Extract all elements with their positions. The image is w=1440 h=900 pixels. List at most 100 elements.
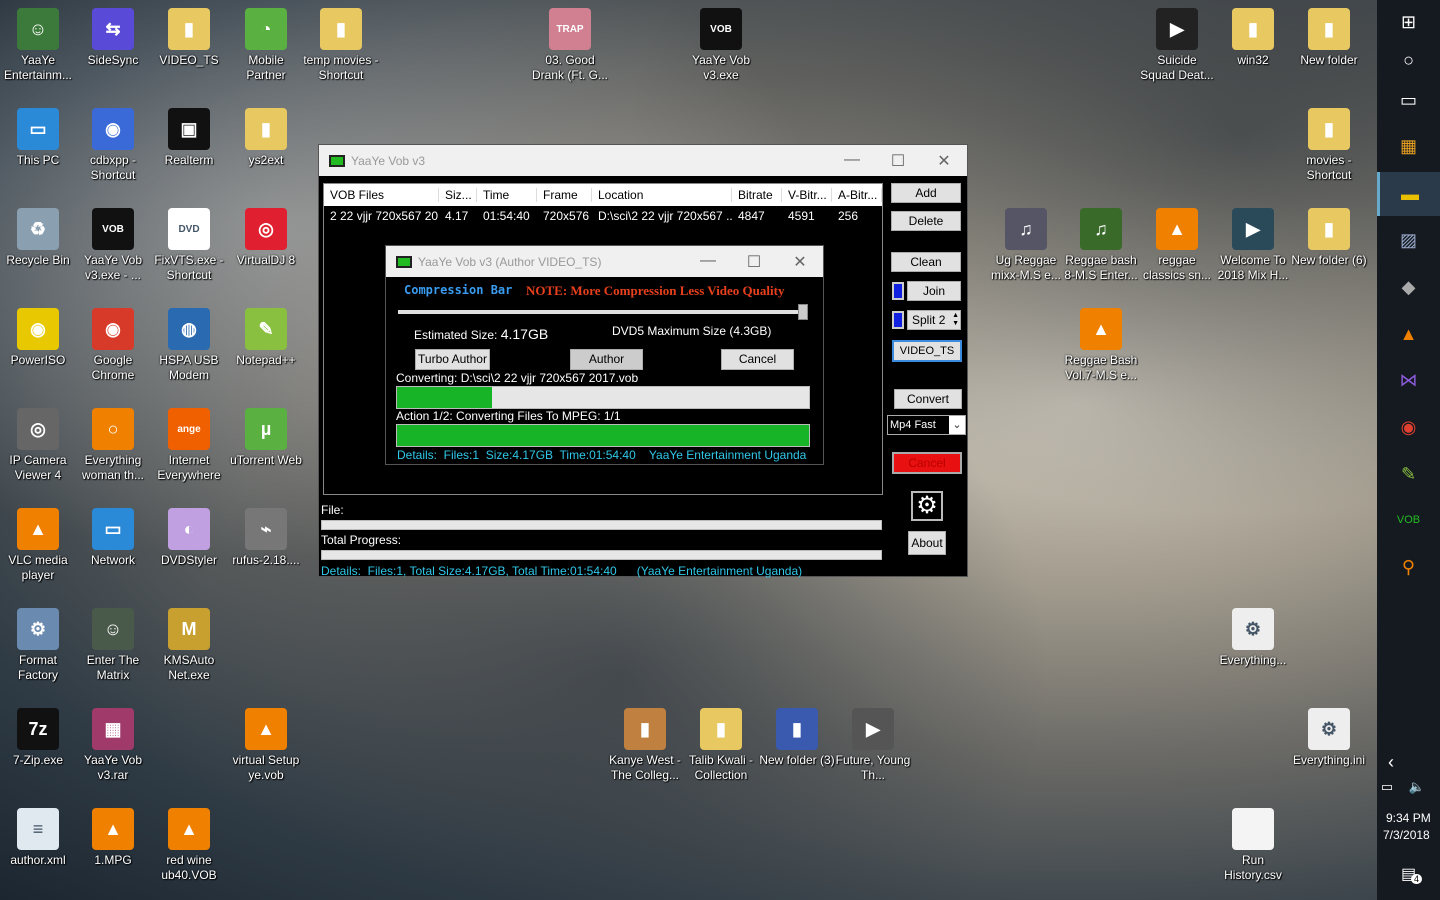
desktop-icon[interactable]: ☺ Enter The Matrix <box>75 608 151 683</box>
column-header[interactable]: VOB Files <box>324 188 439 202</box>
volume-icon[interactable]: 🔈 <box>1397 765 1437 809</box>
desktop-icon[interactable]: ▭ Network <box>75 508 151 568</box>
desktop-icon[interactable]: ▭ This PC <box>0 108 76 168</box>
notepad-plus-icon[interactable]: ✎ <box>1377 452 1440 496</box>
desktop-icon[interactable]: ▶ Welcome To 2018 Mix H... <box>1215 208 1291 283</box>
file-explorer-icon[interactable]: ▬ <box>1377 172 1440 216</box>
desktop-icon[interactable]: ○ Everything woman th... <box>75 408 151 483</box>
desktop-icon[interactable]: ⚙ Everything... <box>1215 608 1291 668</box>
column-header[interactable]: Time <box>477 188 537 202</box>
minimize-button[interactable]: — <box>685 252 731 272</box>
desktop-icon[interactable]: DVD FixVTS.exe - Shortcut <box>151 208 227 283</box>
desktop-icon[interactable]: ☺ YaaYe Entertainm... <box>0 8 76 83</box>
desktop-icon[interactable]: ▮ New folder (6) <box>1291 208 1367 268</box>
desktop-icon[interactable]: ◉ Google Chrome <box>75 308 151 383</box>
desktop-icon[interactable]: VOB YaaYe Vob v3.exe - ... <box>75 208 151 283</box>
turbo-author-button[interactable]: Turbo Author <box>415 349 490 370</box>
desktop-icon[interactable]: ♫ Ug Reggae mixx-M.S e... <box>988 208 1064 283</box>
desktop-icon[interactable]: ◔ Mobile Partner <box>228 8 304 83</box>
minimize-button[interactable]: — <box>829 151 875 171</box>
desktop-icon[interactable]: ▲ red wine ub40.VOB <box>151 808 227 883</box>
desktop-icon[interactable]: ◎ VirtualDJ 8 <box>228 208 304 268</box>
column-header[interactable]: Bitrate <box>732 188 782 202</box>
delete-button[interactable]: Delete <box>891 211 961 231</box>
desktop-icon[interactable]: ▮ temp movies - Shortcut <box>303 8 379 83</box>
desktop-icon[interactable]: ◍ HSPA USB Modem <box>151 308 227 383</box>
close-button[interactable]: ✕ <box>777 252 823 272</box>
dialog-cancel-button[interactable]: Cancel <box>721 349 794 370</box>
desktop-icon[interactable]: ▮ ys2ext <box>228 108 304 168</box>
join-button[interactable]: Join <box>907 281 961 301</box>
desktop-icon[interactable]: ▲ VLC media player <box>0 508 76 583</box>
desktop-icon[interactable]: Run History.csv <box>1215 808 1291 883</box>
clean-button[interactable]: Clean <box>891 252 961 272</box>
desktop-icon[interactable]: ▮ win32 <box>1215 8 1291 68</box>
author-button[interactable]: Author <box>570 349 643 370</box>
clock-time[interactable]: 9:34 PM <box>1386 811 1431 825</box>
about-button[interactable]: About <box>908 531 946 555</box>
app-icon[interactable]: ◆ <box>1377 265 1440 309</box>
desktop-icon[interactable]: 7z 7-Zip.exe <box>0 708 76 768</box>
maximize-button[interactable]: ☐ <box>875 151 921 171</box>
split-button[interactable]: Split 2 ▲ ▼ <box>907 310 961 330</box>
compression-slider[interactable] <box>398 304 808 320</box>
desktop-icon[interactable]: ▲ reggae classics sn... <box>1139 208 1215 283</box>
clock-date[interactable]: 7/3/2018 <box>1383 828 1430 842</box>
column-header[interactable]: A-Bitr... <box>832 188 882 202</box>
convert-button[interactable]: Convert <box>894 389 962 409</box>
table-row[interactable]: 2 22 vjjr 720x567 20... 4.17 01:54:40 720x5… <box>324 206 882 226</box>
settings-gear-icon[interactable]: ⚙ <box>911 491 943 521</box>
video-ts-button[interactable]: VIDEO_TS <box>892 340 962 362</box>
desktop-icon[interactable]: ▮ Kanye West - The Colleg... <box>607 708 683 783</box>
desktop-icon[interactable]: ▲ Reggae Bash Vol.7-M.S e... <box>1063 308 1139 383</box>
format-select[interactable]: Mp4 Fast ⌄ <box>887 415 966 435</box>
desktop-icon[interactable]: ♻ Recycle Bin <box>0 208 76 268</box>
action-center-icon[interactable]: ▤ 4 <box>1377 852 1440 896</box>
desktop-icon[interactable]: ⚙ Everything.ini <box>1291 708 1367 768</box>
close-button[interactable]: ✕ <box>921 151 967 171</box>
maximize-button[interactable]: ☐ <box>731 252 777 272</box>
desktop-icon[interactable]: µ uTorrent Web <box>228 408 304 468</box>
desktop-icon[interactable]: VOB YaaYe Vob v3.exe <box>683 8 759 83</box>
desktop-icon[interactable]: ▶ Future, Young Th... <box>835 708 911 783</box>
split-spinner[interactable]: ▲ ▼ <box>952 312 959 328</box>
desktop-icon[interactable]: ≡ author.xml <box>0 808 76 868</box>
yaaye-vob-icon[interactable]: VOB <box>1377 498 1440 542</box>
desktop-icon[interactable]: ◎ IP Camera Viewer 4 <box>0 408 76 483</box>
slider-thumb[interactable] <box>798 304 808 320</box>
desktop-icon[interactable]: ▮ Talib Kwali - Collection <box>683 708 759 783</box>
desktop-icon[interactable]: ▲ virtual Setup ye.vob <box>228 708 304 783</box>
chrome-icon[interactable]: ◉ <box>1377 405 1440 449</box>
visual-studio-icon[interactable]: ⋈ <box>1377 358 1440 402</box>
desktop-icon[interactable]: ✎ Notepad++ <box>228 308 304 368</box>
desktop-icon[interactable]: ▣ Realterm <box>151 108 227 168</box>
photos-icon[interactable]: ▨ <box>1377 218 1440 262</box>
desktop-icon[interactable]: ▮ movies - Shortcut <box>1291 108 1367 183</box>
desktop-icon[interactable]: ⌁ rufus-2.18.... <box>228 508 304 568</box>
column-header[interactable]: Location <box>592 188 732 202</box>
desktop-icon[interactable]: ▮ VIDEO_TS <box>151 8 227 68</box>
vlc-icon[interactable]: ▲ <box>1377 312 1440 356</box>
desktop-icon[interactable]: ♫ Reggae bash 8-M.S Enter... <box>1063 208 1139 283</box>
desktop-icon[interactable]: ▦ YaaYe Vob v3.rar <box>75 708 151 783</box>
desktop-icon[interactable]: ◉ cdbxpp - Shortcut <box>75 108 151 183</box>
desktop-icon[interactable]: ⇆ SideSync <box>75 8 151 68</box>
desktop-icon[interactable]: ange Internet Everywhere <box>151 408 227 483</box>
column-header[interactable]: Siz... <box>439 188 477 202</box>
column-header[interactable]: Frame <box>537 188 592 202</box>
desktop-icon[interactable]: ▮ New folder (3) <box>759 708 835 768</box>
everything-search-icon[interactable]: ⚲ <box>1377 545 1440 589</box>
desktop-icon[interactable]: ◐ DVDStyler <box>151 508 227 568</box>
cancel-button[interactable]: Cancel <box>892 452 962 474</box>
store-icon[interactable]: ▦ <box>1377 124 1440 168</box>
cortana-search-icon[interactable]: ○ <box>1377 38 1440 82</box>
desktop-icon[interactable]: M KMSAuto Net.exe <box>151 608 227 683</box>
desktop-icon[interactable]: ▮ New folder <box>1291 8 1367 68</box>
desktop-icon[interactable]: ◉ PowerISO <box>0 308 76 368</box>
add-button[interactable]: Add <box>891 183 961 203</box>
desktop-icon[interactable]: ▶ Suicide Squad Deat... <box>1139 8 1215 83</box>
column-header[interactable]: V-Bitr... <box>782 188 832 202</box>
desktop-icon[interactable]: ▲ 1.MPG <box>75 808 151 868</box>
desktop-icon[interactable]: ⚙ Format Factory <box>0 608 76 683</box>
desktop-icon[interactable]: TRAP 03. Good Drank (Ft. G... <box>532 8 608 83</box>
